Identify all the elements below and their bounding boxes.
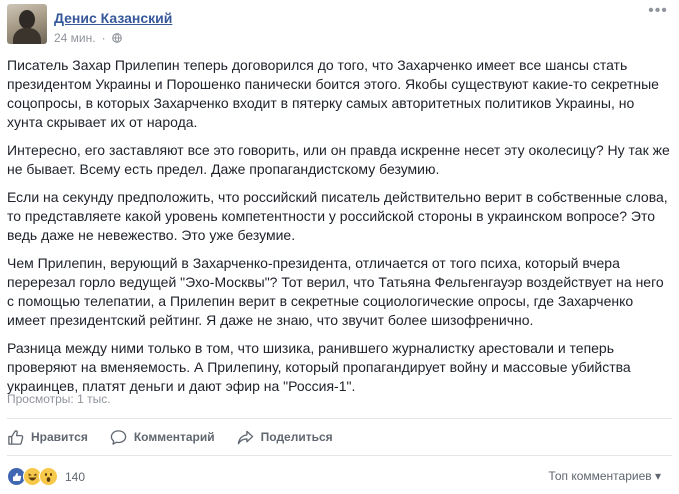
dot-separator: · <box>101 31 106 45</box>
comment-sort-dropdown[interactable]: Топ комментариев ▾ <box>548 469 661 483</box>
post-paragraph-4: Чем Прилепин, верующий в Захарченко-през… <box>7 255 664 328</box>
comment-button[interactable]: Комментарий <box>110 429 215 446</box>
share-arrow-icon <box>237 430 253 444</box>
post-paragraph-3: Если на секунду предположить, что россий… <box>7 189 668 243</box>
post-options-menu-icon[interactable]: ••• <box>647 3 669 20</box>
comment-label: Комментарий <box>133 430 215 444</box>
thumbs-up-icon <box>8 429 24 445</box>
reaction-count: 140 <box>65 469 86 484</box>
post-header: Денис Казанский 24 мин. · ••• <box>7 3 669 48</box>
post-paragraph-1: Писатель Захар Прилепин теперь договорил… <box>7 57 659 130</box>
share-button[interactable]: Поделиться <box>237 429 333 446</box>
comment-icon <box>110 429 127 445</box>
facebook-post: Денис Казанский 24 мин. · ••• Писатель З… <box>0 0 679 494</box>
divider <box>7 455 672 456</box>
reactions-summary[interactable]: 140 <box>7 467 85 486</box>
post-actions-bar: Нравится Комментарий Поделиться <box>7 426 333 448</box>
globe-icon[interactable] <box>111 33 122 43</box>
post-meta: 24 мин. · <box>54 31 122 45</box>
post-paragraph-5: Разница между ними только в том, что шиз… <box>7 340 631 394</box>
author-avatar[interactable] <box>7 4 47 44</box>
like-label: Нравится <box>31 430 88 444</box>
post-timestamp[interactable]: 24 мин. <box>54 31 96 45</box>
wow-icon <box>39 467 58 486</box>
post-body: Писатель Захар Прилепин теперь договорил… <box>7 56 671 405</box>
like-button[interactable]: Нравится <box>7 429 88 446</box>
author-name-link[interactable]: Денис Казанский <box>54 10 172 26</box>
view-count: Просмотры: 1 тыс. <box>7 392 111 406</box>
post-paragraph-2: Интересно, его заставляют все это говори… <box>7 142 670 177</box>
share-label: Поделиться <box>260 430 333 444</box>
divider <box>7 418 672 419</box>
